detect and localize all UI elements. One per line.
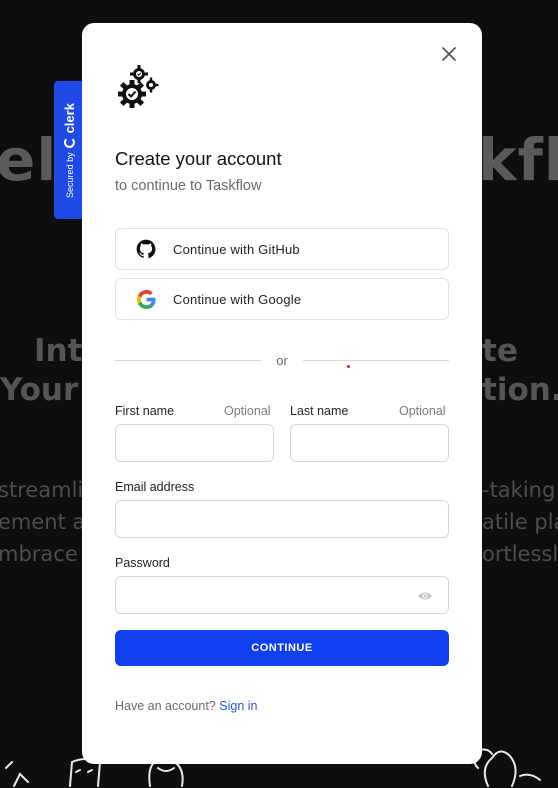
google-button-label: Continue with Google: [173, 291, 302, 307]
secured-by-label: Secured by: [64, 151, 74, 198]
divider-line-right: [303, 360, 449, 361]
github-icon: [136, 239, 156, 259]
page-title: Create your account: [115, 148, 282, 169]
have-account-text: Have an account?: [115, 699, 216, 713]
clerk-logo-icon: [63, 136, 75, 148]
google-icon: [136, 289, 156, 309]
password-field[interactable]: [115, 576, 449, 614]
bg-subheading-right-2: tion.: [482, 372, 558, 408]
secured-by-clerk-badge[interactable]: Secured by clerk: [54, 81, 84, 219]
bg-paragraph-left-1: streamli: [0, 478, 84, 502]
first-name-label: First name: [115, 404, 175, 418]
bg-paragraph-left-2: ement a: [0, 510, 86, 534]
password-label: Password: [115, 556, 170, 570]
bg-paragraph-left-3: mbrace f: [0, 542, 92, 566]
close-icon[interactable]: [440, 45, 458, 63]
continue-with-google-button[interactable]: Continue with Google: [115, 278, 449, 320]
bg-paragraph-right-2: atile pla: [482, 510, 558, 534]
last-name-optional-hint: Optional: [399, 404, 446, 418]
or-divider: or: [115, 352, 449, 370]
bg-heading-right: kflo: [478, 126, 558, 194]
bg-subheading-left-1: Int: [34, 333, 83, 369]
clerk-brand-label: clerk: [61, 102, 77, 133]
bg-subheading-right-1: te: [482, 333, 518, 369]
page-subtitle: to continue to Taskflow: [115, 178, 262, 194]
github-button-label: Continue with GitHub: [173, 241, 300, 257]
first-name-optional-hint: Optional: [224, 404, 271, 418]
last-name-label: Last name: [290, 404, 349, 418]
gears-logo-icon: [118, 65, 159, 108]
email-address-label: Email address: [115, 480, 195, 494]
continue-button[interactable]: CONTINUE: [115, 630, 449, 666]
first-name-input[interactable]: [115, 424, 274, 462]
cursor-dot: [347, 365, 350, 368]
email-address-input[interactable]: [115, 500, 449, 538]
last-name-input[interactable]: [290, 424, 449, 462]
bg-paragraph-right-3: ortlessly: [482, 542, 558, 566]
sign-up-modal: Create your account to continue to Taskf…: [82, 23, 482, 764]
sign-in-prompt: Have an account? Sign in: [115, 699, 257, 713]
bg-paragraph-right-1: -taking: [482, 478, 556, 502]
eye-icon[interactable]: [417, 589, 433, 603]
bg-subheading-left-2: Your: [0, 372, 79, 408]
continue-with-github-button[interactable]: Continue with GitHub: [115, 228, 449, 270]
sign-in-link[interactable]: Sign in: [219, 699, 257, 713]
